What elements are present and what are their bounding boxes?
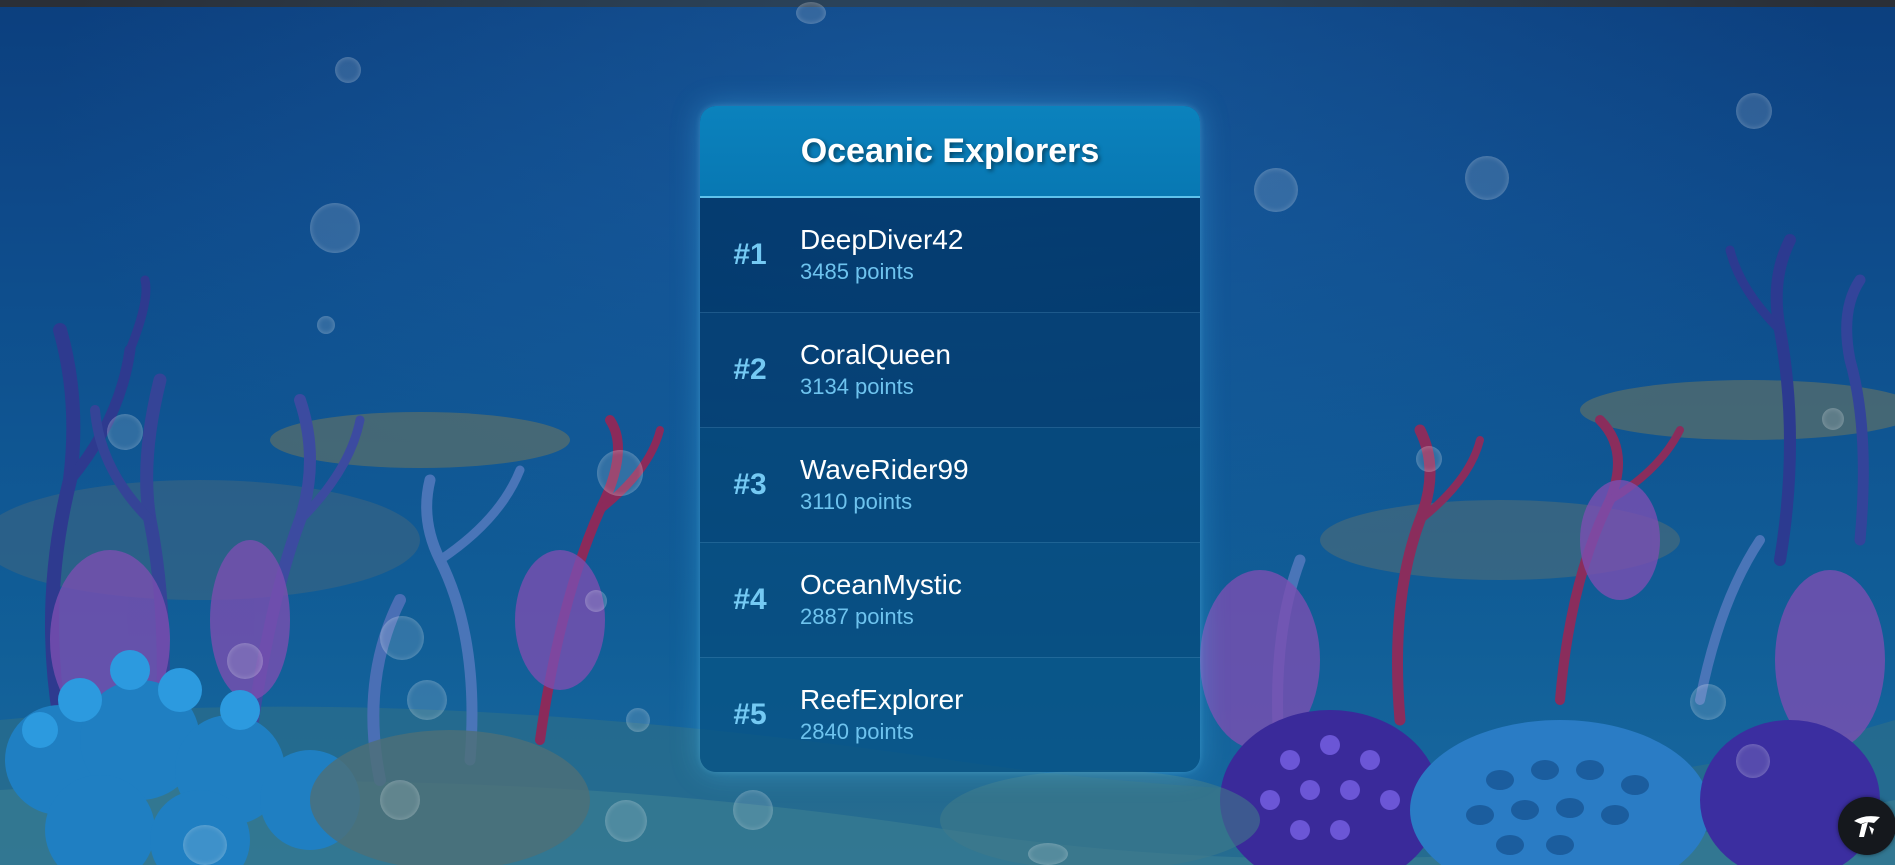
bubble	[380, 780, 420, 820]
bubble	[317, 316, 335, 334]
player-info: ReefExplorer 2840 points	[800, 683, 963, 747]
bubble	[585, 590, 607, 612]
player-info: WaveRider99 3110 points	[800, 453, 969, 517]
player-points: 2840 points	[800, 719, 914, 744]
bubble	[335, 57, 361, 83]
player-info: DeepDiver42 3485 points	[800, 223, 963, 287]
rank-label: #4	[733, 583, 767, 616]
bubble	[1254, 168, 1298, 212]
rank-label: #5	[733, 698, 767, 731]
bubble	[380, 616, 424, 660]
player-info: CoralQueen 3134 points	[800, 338, 951, 402]
leaderboard-row-1: #1 DeepDiver42 3485 points	[700, 198, 1200, 313]
leaderboard-panel: Oceanic Explorers #1 DeepDiver42 3485 po…	[700, 106, 1200, 772]
player-name: WaveRider99	[800, 454, 969, 485]
leaderboard-header: Oceanic Explorers	[700, 106, 1200, 198]
rank-label: #2	[733, 353, 767, 386]
bubble	[1028, 843, 1068, 865]
player-points: 3134 points	[800, 374, 914, 399]
leaderboard-list: #1 DeepDiver42 3485 points #2 CoralQueen…	[700, 198, 1200, 772]
bubble	[407, 680, 447, 720]
assistant-floating-button[interactable]	[1838, 797, 1895, 855]
bubble	[183, 825, 227, 865]
underwater-background: Oceanic Explorers #1 DeepDiver42 3485 po…	[0, 0, 1895, 865]
player-points: 3110 points	[800, 489, 913, 514]
player-name: ReefExplorer	[800, 684, 964, 715]
bubble	[1736, 93, 1772, 129]
bubble	[310, 203, 360, 253]
player-points: 3485 points	[800, 259, 914, 284]
player-name: CoralQueen	[800, 339, 951, 370]
bubble	[1416, 446, 1442, 472]
player-name: DeepDiver42	[800, 224, 964, 255]
bubble	[597, 450, 643, 496]
bubble	[626, 708, 650, 732]
bubble	[107, 414, 143, 450]
bubble	[227, 643, 263, 679]
leaderboard-row-3: #3 WaveRider99 3110 points	[700, 428, 1200, 543]
leaderboard-title: Oceanic Explorers	[800, 131, 1100, 170]
rank-label: #3	[733, 468, 767, 501]
player-points: 2887 points	[800, 604, 914, 629]
assistant-logo-icon	[1854, 816, 1880, 837]
rank-label: #1	[733, 238, 767, 271]
bubble	[605, 800, 647, 842]
bubble	[1822, 408, 1844, 430]
bubble	[733, 790, 773, 830]
bubble	[1736, 744, 1770, 778]
player-info: OceanMystic 2887 points	[800, 568, 962, 632]
leaderboard-row-5: #5 ReefExplorer 2840 points	[700, 658, 1200, 772]
leaderboard-row-2: #2 CoralQueen 3134 points	[700, 313, 1200, 428]
leaderboard-row-4: #4 OceanMystic 2887 points	[700, 543, 1200, 658]
bubble	[1690, 684, 1726, 720]
player-name: OceanMystic	[800, 569, 962, 600]
bubble	[796, 2, 826, 24]
bubble	[1465, 156, 1509, 200]
